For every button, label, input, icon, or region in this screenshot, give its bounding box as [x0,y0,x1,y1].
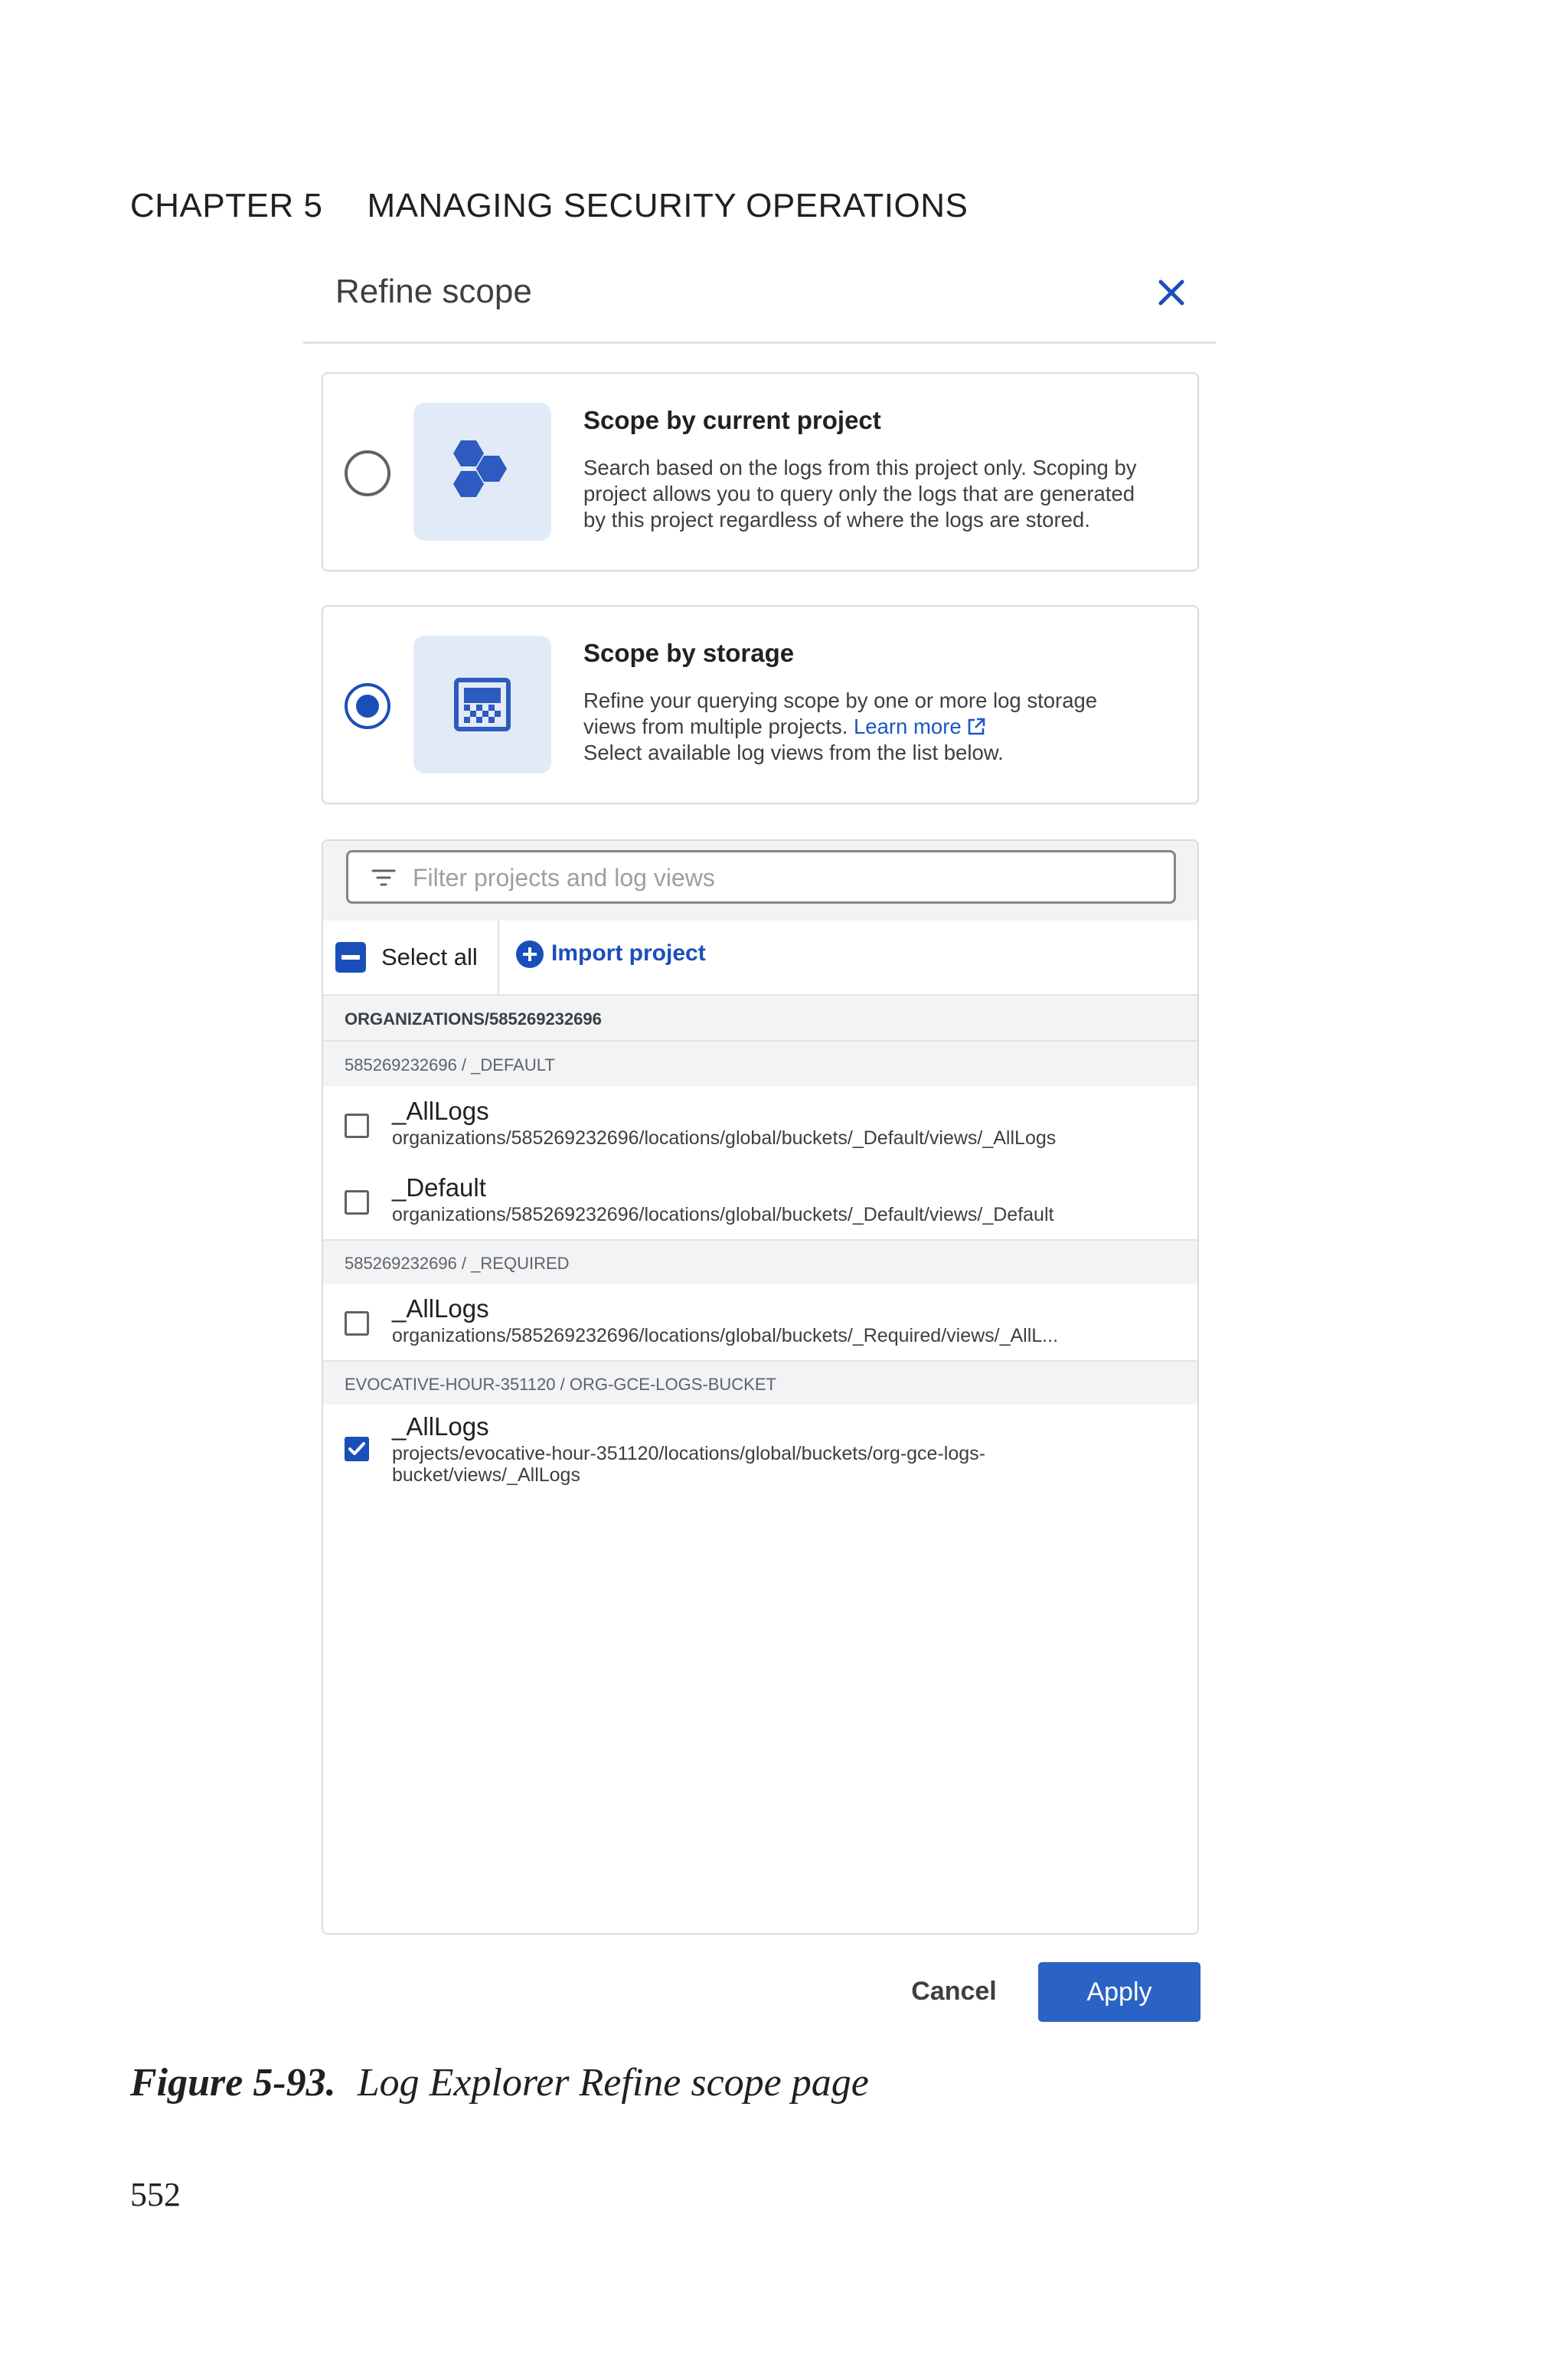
log-view-path: organizations/585269232696/locations/glo… [392,1204,1054,1225]
project-tile [413,403,551,541]
log-view-path-continued: bucket/views/_AllLogs [392,1464,580,1486]
log-view-name: _AllLogs [392,1097,489,1125]
external-link-icon [968,718,985,735]
list-toolbar: Select all Import project [323,921,1197,994]
log-view-name: _AllLogs [392,1294,489,1323]
scope-storage-heading: Scope by storage [583,639,795,667]
log-views-panel: Select all Import project ORGANIZATIONS/… [322,839,1199,1935]
dialog-title: Refine scope [335,273,532,310]
storage-tile [413,636,551,774]
scope-current-project-card[interactable]: Scope by current project Search based on… [322,372,1199,571]
cancel-button[interactable]: Cancel [893,1962,1015,2020]
org-header: ORGANIZATIONS/585269232696 [323,994,1197,1042]
dialog-header: Refine scope [303,260,1216,344]
refine-scope-dialog: Refine scope Scope by current project Se… [303,260,1216,2045]
log-view-checkbox[interactable] [345,1190,369,1215]
group-header-default: 585269232696 / _DEFAULT [323,1040,1197,1088]
import-project-label: Import project [551,940,706,966]
close-button[interactable] [1155,276,1188,309]
scope-current-project-radio[interactable] [345,450,390,496]
scope-storage-radio[interactable] [345,683,390,729]
group-header-required: 585269232696 / _REQUIRED [323,1239,1197,1285]
scope-storage-card[interactable]: Scope by storage Refine your querying sc… [322,605,1199,804]
check-icon [348,1442,365,1455]
log-view-checkbox[interactable] [345,1437,369,1461]
filter-icon [371,869,396,886]
indeterminate-checkbox-icon [335,942,366,973]
figure-number: Figure 5-93. [130,2061,336,2105]
log-storage-icon [454,678,511,731]
project-hexagons-icon [453,440,507,497]
log-view-checkbox[interactable] [345,1311,369,1336]
log-view-checkbox[interactable] [345,1114,369,1138]
close-icon [1158,280,1184,306]
filter-box[interactable] [346,850,1176,904]
scope-storage-description: Refine your querying scope by one or mor… [583,689,1098,764]
learn-more-link[interactable]: Learn more [854,715,962,738]
figure-caption: Figure 5-93. Log Explorer Refine scope pa… [130,2060,869,2105]
select-all-label: Select all [381,944,478,970]
log-view-path: organizations/585269232696/locations/glo… [392,1325,1059,1346]
log-view-name: _AllLogs [392,1412,489,1441]
log-view-row[interactable]: _AllLogs organizations/585269232696/loca… [323,1284,1197,1362]
page-number: 552 [130,2176,181,2213]
chapter-label: CHAPTER 5 [130,187,323,224]
filter-strip [323,841,1197,921]
chapter-title: MANAGING SECURITY OPERATIONS [367,187,969,224]
log-view-row[interactable]: _Default organizations/585269232696/loca… [323,1163,1197,1241]
group-header-org-gce-logs-bucket: EVOCATIVE-HOUR-351120 / ORG-GCE-LOGS-BUC… [323,1360,1197,1406]
scope-current-project-heading: Scope by current project [583,406,881,434]
log-view-path: organizations/585269232696/locations/glo… [392,1127,1057,1149]
figure-text: Log Explorer Refine scope page [357,2061,869,2105]
apply-button[interactable]: Apply [1038,1962,1200,2022]
running-head: CHAPTER 5 MANAGING SECURITY OPERATIONS [130,187,968,225]
log-view-path: projects/evocative-hour-351120/locations… [392,1443,985,1464]
toolbar-divider [498,921,499,994]
log-view-row[interactable]: _AllLogs organizations/585269232696/loca… [323,1086,1197,1164]
add-circle-icon [516,940,544,968]
log-view-row[interactable]: _AllLogs projects/evocative-hour-351120/… [323,1405,1197,1496]
scope-current-project-description: Search based on the logs from this proje… [583,456,1137,532]
log-view-name: _Default [392,1173,486,1202]
filter-input[interactable] [411,859,1165,897]
